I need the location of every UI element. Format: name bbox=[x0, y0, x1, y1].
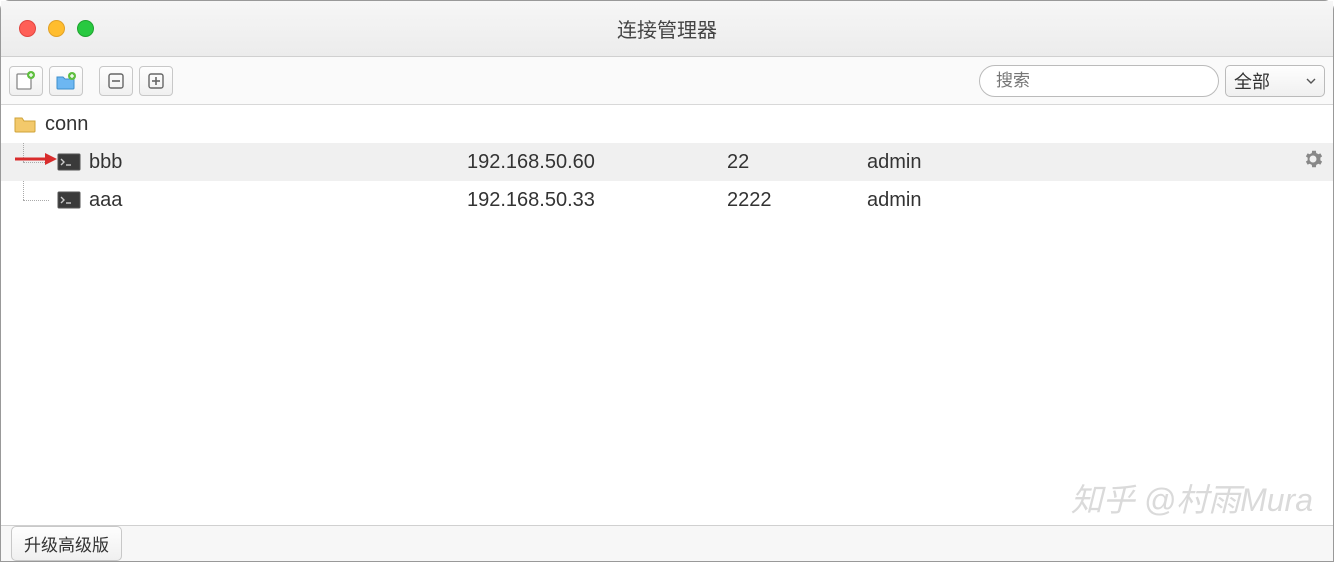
connection-row[interactable]: aaa 192.168.50.33 2222 admin bbox=[1, 181, 1333, 219]
upgrade-label: 升级高级版 bbox=[24, 536, 109, 555]
connection-row[interactable]: bbb 192.168.50.60 22 admin bbox=[1, 143, 1333, 181]
connection-name: bbb bbox=[89, 151, 122, 174]
search-box[interactable] bbox=[979, 65, 1219, 97]
new-folder-button[interactable] bbox=[49, 66, 83, 96]
settings-button[interactable] bbox=[1293, 149, 1333, 175]
upgrade-button[interactable]: 升级高级版 bbox=[11, 526, 122, 561]
folder-row[interactable]: conn bbox=[1, 105, 1333, 143]
window-controls bbox=[1, 20, 94, 37]
folder-name: conn bbox=[45, 113, 88, 136]
gear-icon bbox=[1303, 149, 1323, 169]
chevron-down-icon bbox=[1306, 78, 1316, 84]
connection-name: aaa bbox=[89, 189, 122, 212]
expand-button[interactable] bbox=[139, 66, 173, 96]
filter-select[interactable]: 全部 bbox=[1225, 65, 1325, 97]
new-file-button[interactable] bbox=[9, 66, 43, 96]
close-window-button[interactable] bbox=[19, 20, 36, 37]
connection-ip: 192.168.50.60 bbox=[467, 151, 727, 174]
titlebar: 连接管理器 bbox=[1, 1, 1333, 57]
folder-icon bbox=[13, 114, 37, 134]
window-title: 连接管理器 bbox=[1, 14, 1333, 43]
footer: 升级高级版 bbox=[1, 525, 1333, 561]
terminal-icon bbox=[57, 191, 81, 209]
collapse-button[interactable] bbox=[99, 66, 133, 96]
maximize-window-button[interactable] bbox=[77, 20, 94, 37]
connection-port: 2222 bbox=[727, 189, 867, 212]
arrow-annotation-icon bbox=[15, 150, 57, 174]
connection-tree: conn bbb 192.168.50.60 22 bbox=[1, 105, 1333, 525]
connection-user: admin bbox=[867, 189, 1293, 212]
connection-ip: 192.168.50.33 bbox=[467, 189, 727, 212]
minimize-window-button[interactable] bbox=[48, 20, 65, 37]
terminal-icon bbox=[57, 153, 81, 171]
filter-label: 全部 bbox=[1234, 68, 1270, 94]
connection-port: 22 bbox=[727, 151, 867, 174]
connection-user: admin bbox=[867, 151, 1293, 174]
search-input[interactable] bbox=[996, 71, 1217, 91]
toolbar: 全部 bbox=[1, 57, 1333, 105]
